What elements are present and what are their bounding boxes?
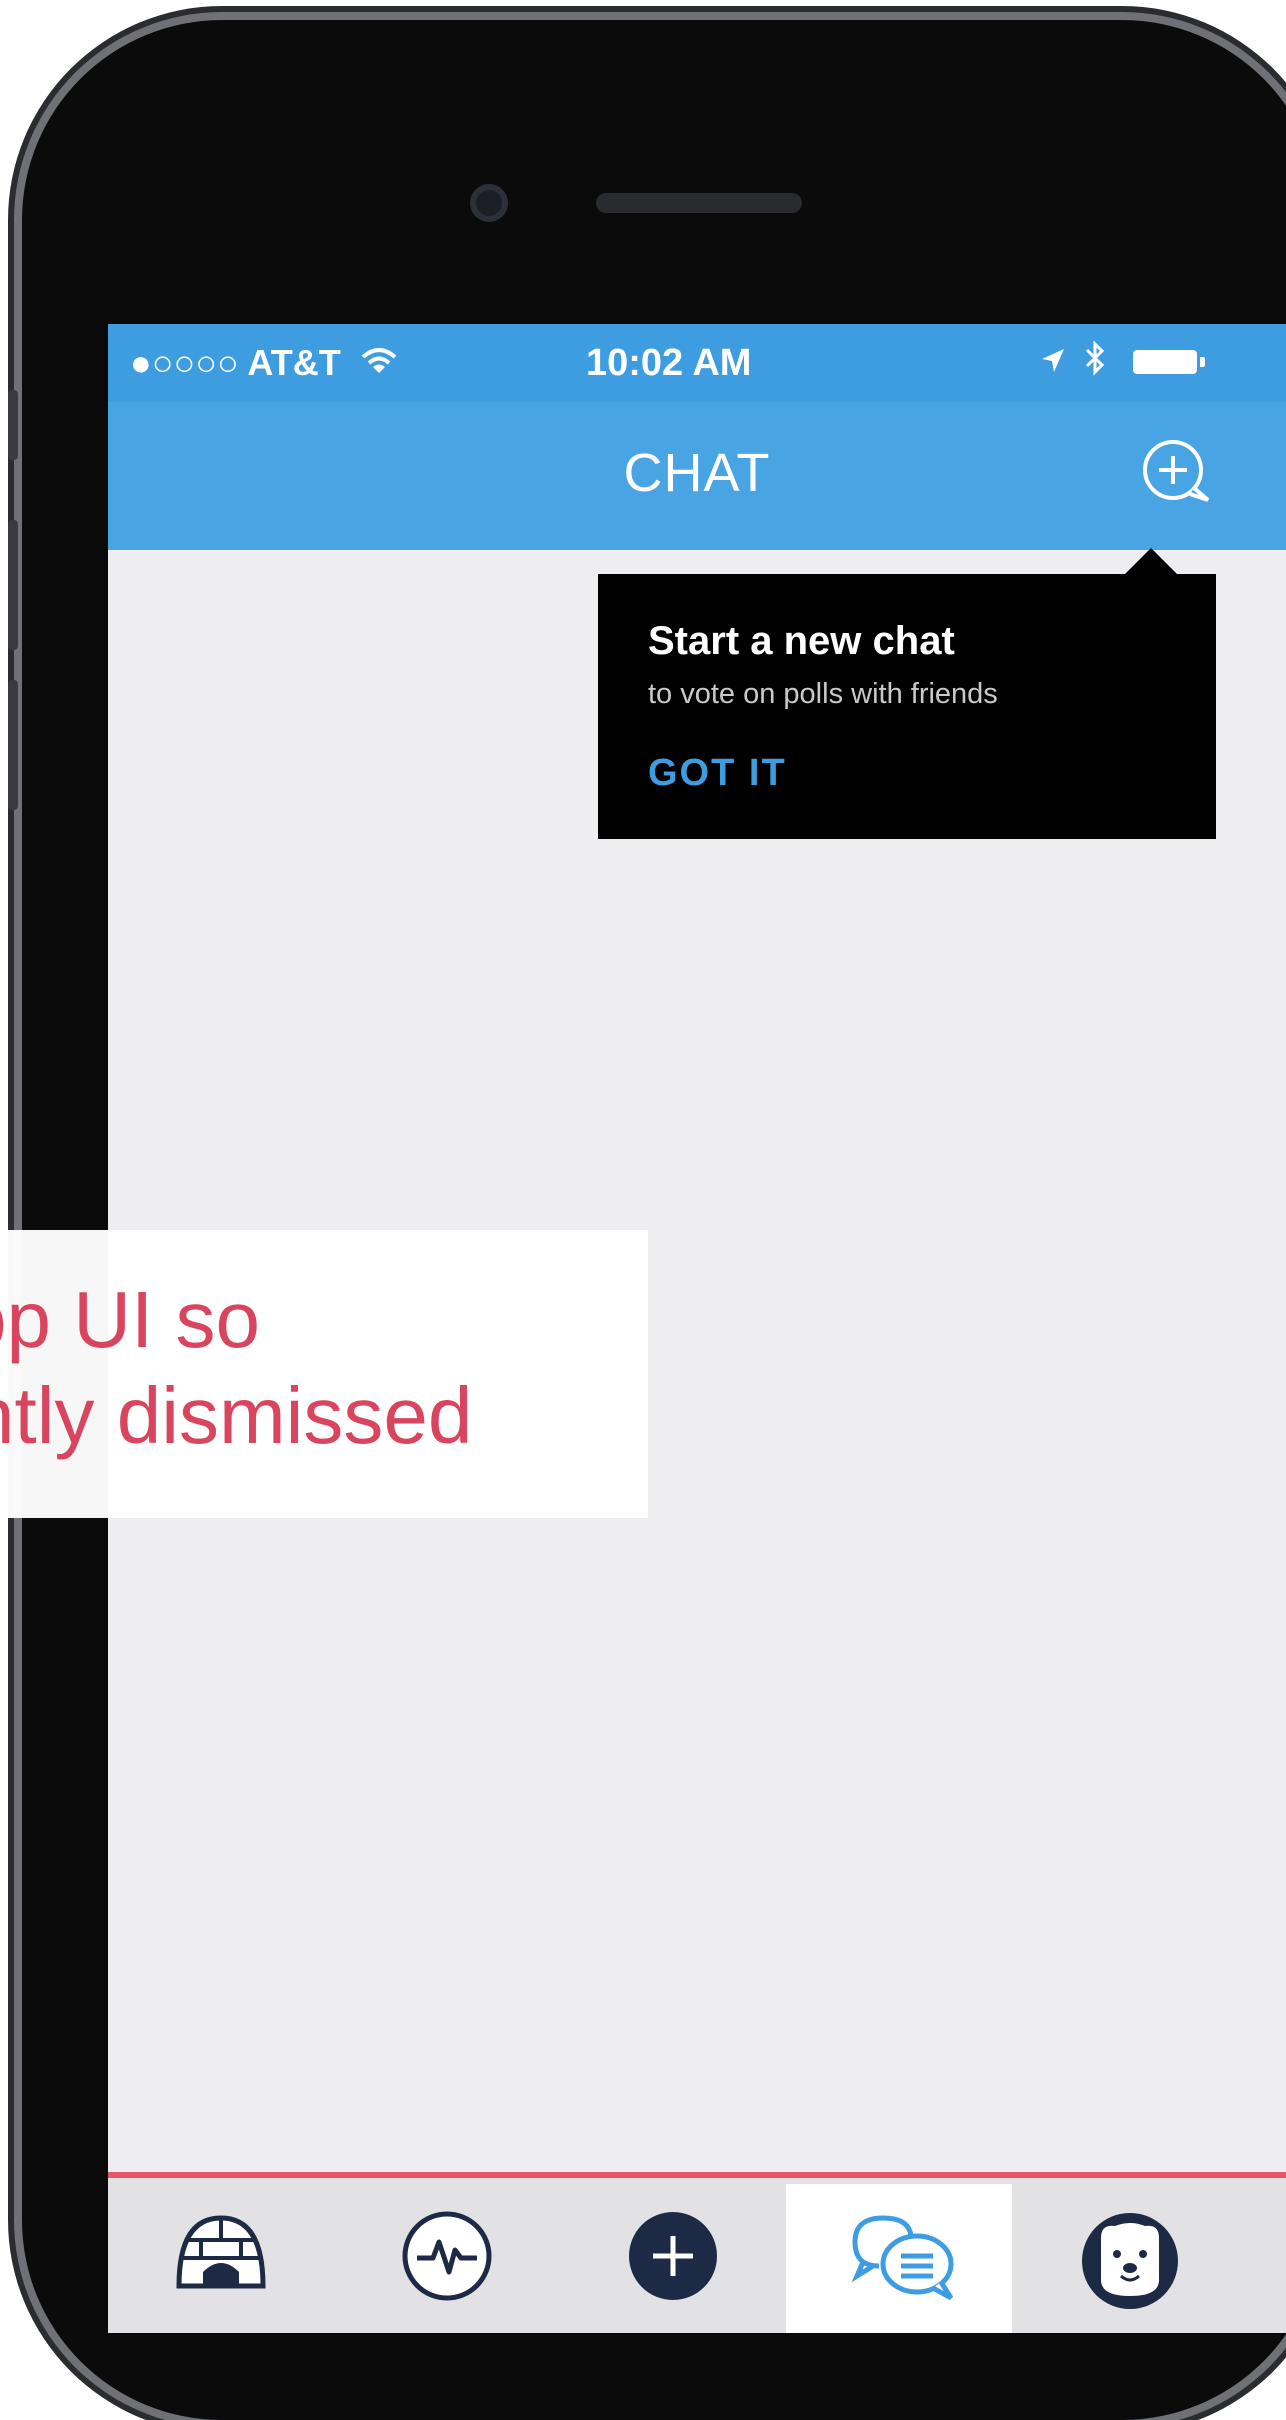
bluetooth-icon — [1085, 340, 1105, 376]
tab-home[interactable] — [108, 2184, 334, 2333]
tooltip-title: Start a new chat — [648, 619, 955, 663]
earpiece-speaker — [596, 193, 802, 213]
tab-bar — [108, 2172, 1286, 2333]
mute-switch — [8, 390, 18, 460]
caption-overlay: pp UI so ntly dismissed — [0, 1230, 648, 1518]
status-time: 10:02 AM — [586, 342, 752, 384]
tab-profile[interactable] — [1012, 2184, 1238, 2333]
got-it-button[interactable]: GOT IT — [648, 752, 787, 795]
tooltip-subtitle: to vote on polls with friends — [648, 678, 998, 710]
location-arrow-icon — [1042, 349, 1064, 372]
plus-icon — [629, 2212, 717, 2300]
bear-icon — [1082, 2213, 1178, 2309]
new-chat-tooltip: Start a new chat to vote on polls with f… — [598, 548, 1216, 839]
igloo-icon — [176, 2215, 266, 2289]
caption-line-2: ntly dismissed — [0, 1371, 473, 1460]
chat-bubbles-icon — [851, 2215, 954, 2301]
tab-activity[interactable] — [334, 2184, 560, 2333]
status-bar: ●○○○○ AT&T 10:02 AM — [108, 324, 1286, 402]
page-title: CHAT — [623, 443, 771, 503]
volume-up-button — [8, 520, 18, 650]
tab-create[interactable] — [560, 2184, 786, 2333]
battery-icon — [1133, 350, 1205, 374]
new-chat-button[interactable] — [1130, 432, 1220, 512]
front-camera — [470, 184, 508, 222]
activity-icon — [402, 2211, 492, 2301]
volume-down-button — [8, 680, 18, 810]
new-chat-icon — [1143, 440, 1210, 502]
caption-line-1: pp UI so — [0, 1275, 260, 1364]
carrier-signal: ●○○○○ AT&T — [130, 342, 399, 384]
tooltip-arrow — [1123, 548, 1179, 576]
nav-bar: CHAT — [108, 402, 1286, 550]
wifi-icon — [361, 348, 397, 373]
tab-chat[interactable] — [786, 2184, 1012, 2333]
